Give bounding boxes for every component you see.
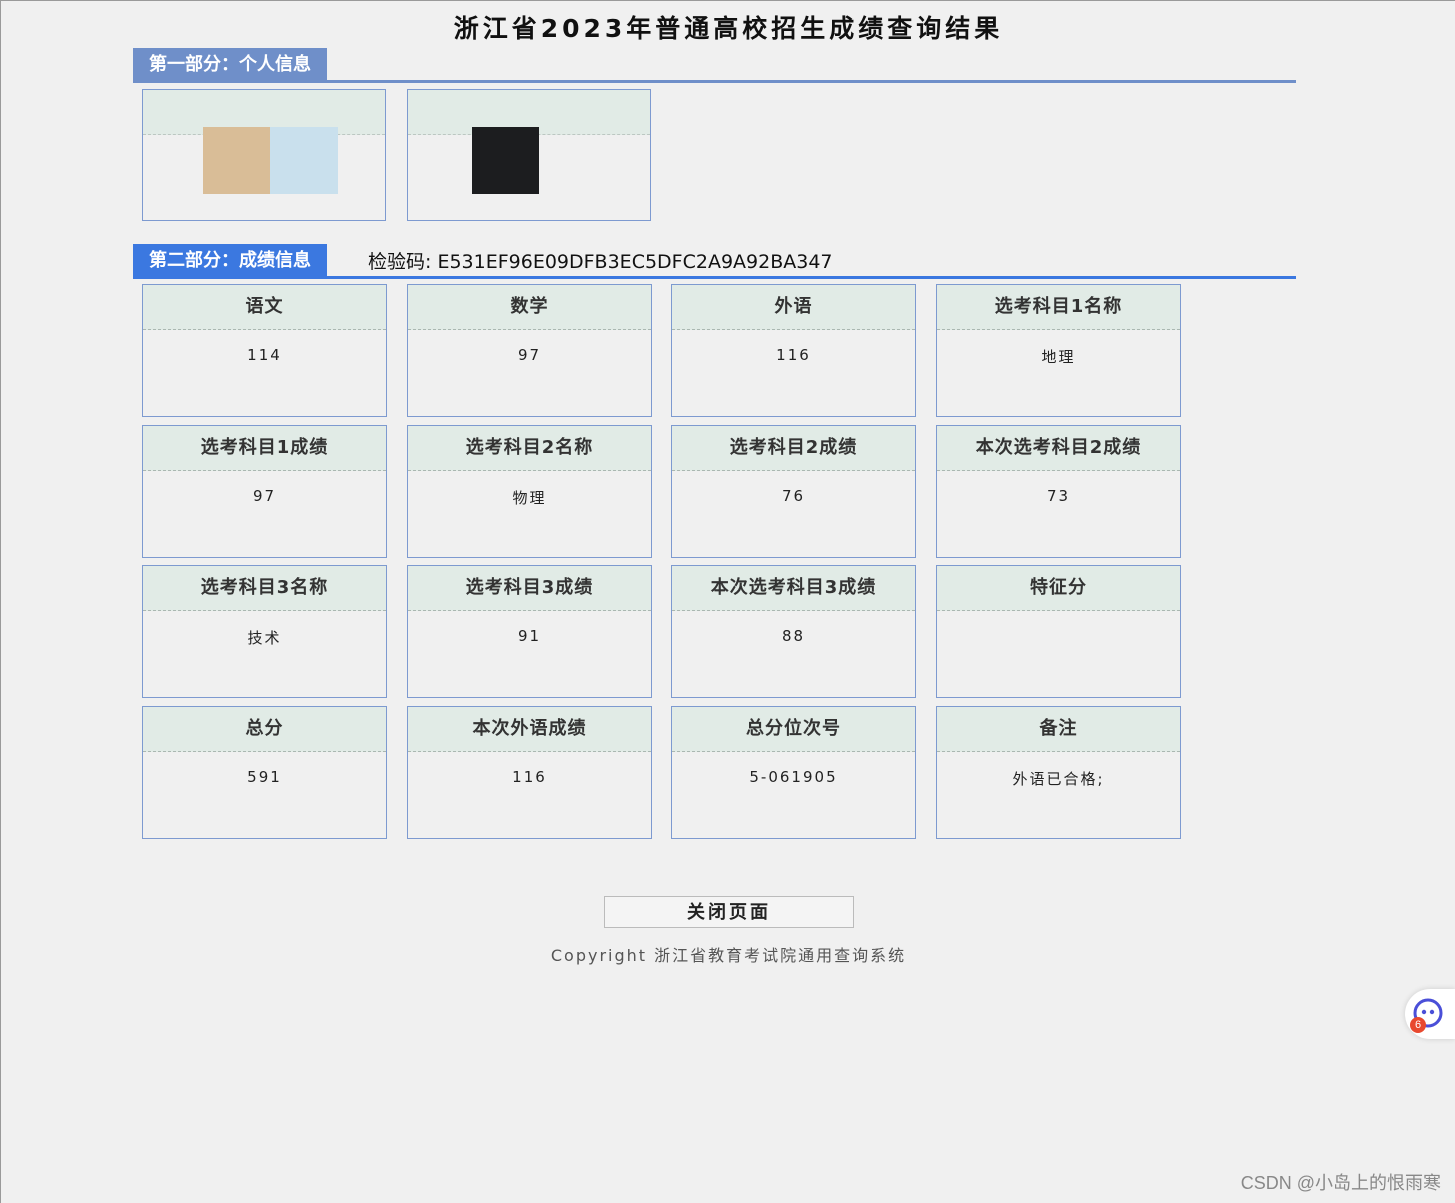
score-card-value: 91 <box>517 627 542 645</box>
score-card: 选考科目1名称地理 <box>936 284 1181 417</box>
score-card-value: 97 <box>517 346 542 364</box>
score-card-label: 选考科目3名称 <box>143 566 386 611</box>
score-card: 选考科目1成绩 97 <box>142 425 387 558</box>
score-card: 本次选考科目3成绩 88 <box>671 565 916 698</box>
score-card: 总分 591 <box>142 706 387 839</box>
score-card: 数学 97 <box>407 284 652 417</box>
score-card-value: 116 <box>776 346 811 364</box>
score-card-value: 97 <box>252 487 277 505</box>
score-card-value: 地理 <box>1041 348 1076 366</box>
section-score-info-label: 第二部分：成绩信息 <box>133 244 327 276</box>
score-card-value: 114 <box>247 346 282 364</box>
score-card: 备注外语已合格; <box>936 706 1181 839</box>
redacted-block-tan <box>203 127 270 194</box>
section-personal-info-bar: 第一部分：个人信息 <box>133 46 1296 83</box>
score-card-label: 选考科目2名称 <box>408 426 651 471</box>
score-card-label: 本次选考科目2成绩 <box>937 426 1180 471</box>
score-card-label: 本次外语成绩 <box>408 707 651 752</box>
page-title: 浙江省2023年普通高校招生成绩查询结果 <box>453 14 1004 43</box>
score-card-value: 76 <box>781 487 806 505</box>
watermark: CSDN @小岛上的恨雨寒 <box>1240 1173 1441 1193</box>
score-card-value: 5-061905 <box>749 768 838 786</box>
score-card-label: 外语 <box>672 285 915 330</box>
score-card-value: 116 <box>512 768 547 786</box>
score-card-value: 技术 <box>247 629 282 647</box>
score-card: 本次选考科目2成绩 73 <box>936 425 1181 558</box>
score-card-value: 591 <box>247 768 282 786</box>
score-card: 选考科目3名称技术 <box>142 565 387 698</box>
notification-badge: 6 <box>1410 1017 1426 1033</box>
score-card-label: 选考科目3成绩 <box>408 566 651 611</box>
score-card: 外语 116 <box>671 284 916 417</box>
redacted-block-dark <box>472 127 539 194</box>
score-card-value: 88 <box>781 627 806 645</box>
copyright-text: Copyright 浙江省教育考试院通用查询系统 <box>550 946 907 965</box>
score-card-label: 总分位次号 <box>672 707 915 752</box>
score-card-label: 数学 <box>408 285 651 330</box>
score-card-label: 总分 <box>143 707 386 752</box>
section-personal-info-label: 第一部分：个人信息 <box>133 48 327 80</box>
score-card: 特征分 <box>936 565 1181 698</box>
score-card-value <box>937 611 1180 627</box>
score-card-label: 本次选考科目3成绩 <box>672 566 915 611</box>
score-card: 总分位次号 5-061905 <box>671 706 916 839</box>
assistant-widget[interactable]: 6 <box>1405 989 1455 1039</box>
score-card-label: 特征分 <box>937 566 1180 611</box>
personal-info-card-1 <box>142 89 386 221</box>
score-card: 本次外语成绩 116 <box>407 706 652 839</box>
score-card: 语文 114 <box>142 284 387 417</box>
score-card-value: 物理 <box>512 489 547 507</box>
score-card-label: 语文 <box>143 285 386 330</box>
score-card-value: 外语已合格; <box>1012 770 1105 788</box>
section-score-info-bar: 第二部分：成绩信息 检验码: E531EF96E09DFB3EC5DFC2A9A… <box>133 242 1296 279</box>
score-card: 选考科目2名称物理 <box>407 425 652 558</box>
score-card: 选考科目3成绩 91 <box>407 565 652 698</box>
score-card-label: 选考科目2成绩 <box>672 426 915 471</box>
score-card: 选考科目2成绩 76 <box>671 425 916 558</box>
score-card-label: 选考科目1成绩 <box>143 426 386 471</box>
score-card-value: 73 <box>1046 487 1071 505</box>
check-code: 检验码: E531EF96E09DFB3EC5DFC2A9A92BA347 <box>368 251 833 273</box>
score-card-label: 备注 <box>937 707 1180 752</box>
close-page-button[interactable]: 关闭页面 <box>604 896 854 928</box>
score-card-label: 选考科目1名称 <box>937 285 1180 330</box>
personal-info-card-2 <box>407 89 651 221</box>
redacted-block-blue <box>270 127 338 194</box>
